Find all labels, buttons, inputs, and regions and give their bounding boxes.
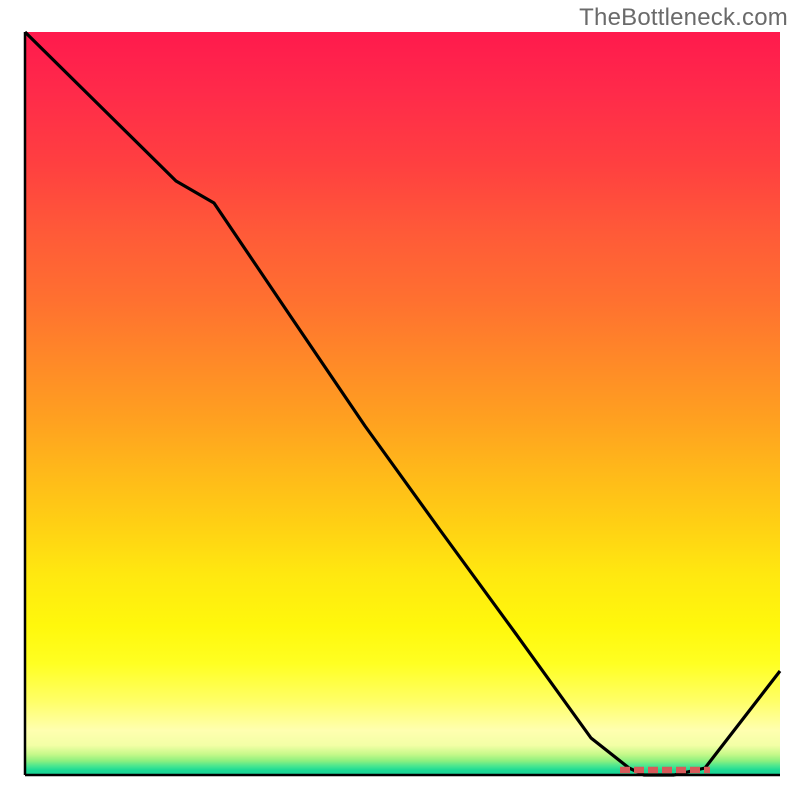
chart-stage: TheBottleneck.com bbox=[0, 0, 800, 800]
chart-svg bbox=[0, 0, 800, 800]
bottleneck-curve bbox=[25, 32, 780, 775]
